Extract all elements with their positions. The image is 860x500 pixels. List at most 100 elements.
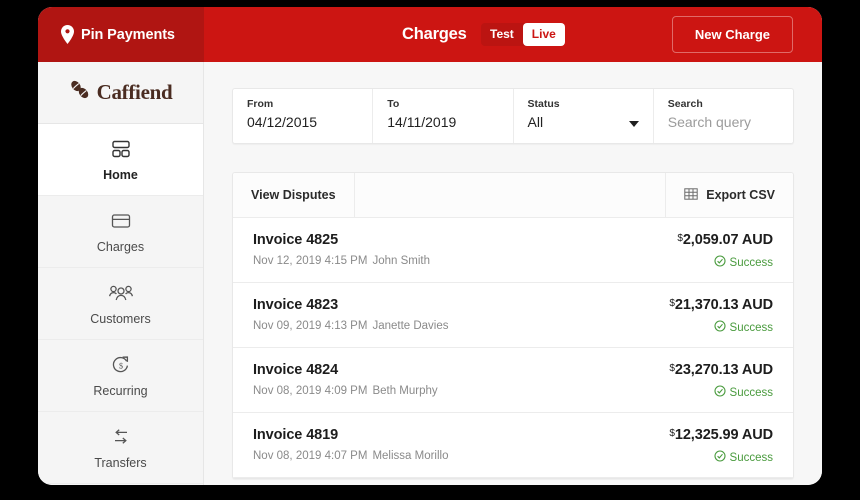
status-badge: Success: [714, 450, 773, 465]
sidebar-item-recurring[interactable]: $ Recurring: [38, 340, 203, 412]
filter-label: Search: [668, 98, 779, 110]
charge-meta: Nov 09, 2019 4:13 PM Janette Davies: [253, 320, 449, 332]
search-input[interactable]: Search query: [668, 114, 779, 130]
credit-card-icon: [109, 210, 133, 232]
amount-value: 21,370.13 AUD: [675, 297, 773, 313]
charge-customer: Janette Davies: [372, 320, 448, 332]
invoice-title: Invoice 4824: [253, 362, 438, 378]
top-bar-main: Charges Test Live New Charge: [204, 7, 822, 62]
charge-datetime: Nov 09, 2019 4:13 PM: [253, 320, 367, 332]
account-switcher[interactable]: Caffiend: [38, 62, 203, 124]
table-grid-icon: [684, 187, 698, 204]
recurring-dollar-icon: $: [109, 354, 133, 376]
sidebar-item-home[interactable]: Home: [38, 124, 203, 196]
sidebar-item-label: Transfers: [94, 456, 146, 470]
top-bar: Pin Payments Charges Test Live New Charg…: [38, 7, 822, 62]
account-name: Caffiend: [97, 80, 173, 105]
table-row[interactable]: Invoice 4825 Nov 12, 2019 4:15 PMJohn Sm…: [233, 218, 793, 283]
transfer-arrows-icon: [109, 426, 133, 448]
new-charge-button[interactable]: New Charge: [672, 16, 793, 53]
sidebar: Caffiend Home: [38, 62, 204, 485]
status-badge: Success: [714, 320, 773, 335]
check-circle-icon: [714, 320, 726, 335]
page-title: Charges: [402, 25, 467, 44]
filter-search[interactable]: Search Search query: [654, 89, 793, 143]
charge-info: Invoice 4824 Nov 08, 2019 4:09 PM Beth Mu…: [253, 362, 438, 397]
status-label: Success: [730, 322, 773, 334]
brand-name: Pin Payments: [81, 27, 175, 43]
charge-meta: Nov 08, 2019 4:09 PM Beth Murphy: [253, 385, 438, 397]
main-content: From 04/12/2015 To 14/11/2019 Status All…: [204, 62, 822, 485]
invoice-title: Invoice 4825: [253, 232, 430, 248]
coffee-beans-icon: [69, 79, 91, 106]
app-body: Caffiend Home: [38, 62, 822, 485]
from-date-value: 04/12/2015: [247, 114, 358, 130]
sidebar-item-label: Recurring: [93, 384, 147, 398]
charge-amount-status: $2,059.07 AUD Success: [677, 232, 773, 270]
charge-amount: $23,270.13 AUD: [669, 362, 773, 378]
filter-label: Status: [528, 98, 639, 110]
table-toolbar: View Disputes: [233, 173, 793, 218]
environment-toggle[interactable]: Test Live: [481, 23, 565, 46]
status-badge: Success: [714, 255, 773, 270]
amount-value: 12,325.99 AUD: [675, 427, 773, 443]
amount-value: 23,270.13 AUD: [675, 362, 773, 378]
charge-amount: $2,059.07 AUD: [677, 232, 773, 248]
charge-amount: $21,370.13 AUD: [669, 297, 773, 313]
status-label: Success: [730, 257, 773, 269]
filter-to-date[interactable]: To 14/11/2019: [373, 89, 513, 143]
screen-backdrop: Pin Payments Charges Test Live New Charg…: [0, 0, 860, 500]
chevron-down-icon[interactable]: [629, 121, 639, 127]
table-row[interactable]: Invoice 4819 Nov 08, 2019 4:07 PM Melissa…: [233, 413, 793, 478]
filter-status[interactable]: Status All: [514, 89, 654, 143]
sidebar-item-label: Home: [103, 168, 138, 182]
charge-amount: $12,325.99 AUD: [669, 427, 773, 443]
charge-amount-status: $23,270.13 AUD Success: [669, 362, 773, 400]
charge-amount-status: $21,370.13 AUD Success: [669, 297, 773, 335]
charge-info: Invoice 4823 Nov 09, 2019 4:13 PM Janette…: [253, 297, 449, 332]
sidebar-item-charges[interactable]: Charges: [38, 196, 203, 268]
env-option-test[interactable]: Test: [481, 23, 523, 46]
svg-text:$: $: [119, 361, 123, 370]
export-csv-button[interactable]: Export CSV: [666, 173, 793, 217]
toolbar-spacer: [355, 173, 667, 217]
charge-info: Invoice 4825 Nov 12, 2019 4:15 PMJohn Sm…: [253, 232, 430, 267]
charge-customer: Beth Murphy: [372, 385, 437, 397]
charge-info: Invoice 4819 Nov 08, 2019 4:07 PM Melissa…: [253, 427, 448, 462]
filter-label: From: [247, 98, 358, 110]
check-circle-icon: [714, 255, 726, 270]
status-badge: Success: [714, 385, 773, 400]
sidebar-item-transfers[interactable]: Transfers: [38, 412, 203, 484]
people-group-icon: [107, 282, 135, 304]
filter-label: To: [387, 98, 498, 110]
charge-datetime: Nov 08, 2019 4:09 PM: [253, 385, 367, 397]
charge-meta: Nov 12, 2019 4:15 PMJohn Smith: [253, 255, 430, 267]
app-window: Pin Payments Charges Test Live New Charg…: [38, 7, 822, 485]
check-circle-icon: [714, 385, 726, 400]
status-label: Success: [730, 387, 773, 399]
invoice-title: Invoice 4819: [253, 427, 448, 443]
table-row[interactable]: Invoice 4823 Nov 09, 2019 4:13 PM Janette…: [233, 283, 793, 348]
charges-table: View Disputes: [232, 172, 794, 479]
filter-bar: From 04/12/2015 To 14/11/2019 Status All…: [232, 88, 794, 144]
charge-datetime: Nov 12, 2019 4:15 PM: [253, 255, 367, 267]
map-pin-icon: [61, 25, 74, 44]
status-value: All: [528, 114, 639, 130]
brand-area[interactable]: Pin Payments: [38, 7, 204, 62]
sidebar-item-label: Customers: [90, 312, 150, 326]
amount-value: 2,059.07 AUD: [683, 232, 773, 248]
charge-datetime: Nov 08, 2019 4:07 PM: [253, 450, 367, 462]
charge-amount-status: $12,325.99 AUD Success: [669, 427, 773, 465]
charge-meta: Nov 08, 2019 4:07 PM Melissa Morillo: [253, 450, 448, 462]
charge-customer: Melissa Morillo: [372, 450, 448, 462]
to-date-value: 14/11/2019: [387, 114, 498, 130]
table-row[interactable]: Invoice 4824 Nov 08, 2019 4:09 PM Beth Mu…: [233, 348, 793, 413]
export-csv-label: Export CSV: [706, 188, 775, 202]
env-option-live[interactable]: Live: [523, 23, 565, 46]
dashboard-icon: [109, 138, 133, 160]
filter-from-date[interactable]: From 04/12/2015: [233, 89, 373, 143]
view-disputes-button[interactable]: View Disputes: [233, 173, 355, 217]
status-label: Success: [730, 452, 773, 464]
sidebar-item-customers[interactable]: Customers: [38, 268, 203, 340]
invoice-title: Invoice 4823: [253, 297, 449, 313]
